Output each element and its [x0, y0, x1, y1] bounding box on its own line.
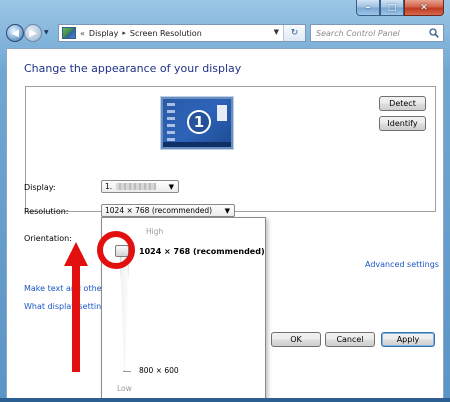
search-input[interactable]: Search Control Panel: [310, 24, 444, 42]
resolution-select[interactable]: 1024 × 768 (recommended) ▼: [101, 204, 235, 217]
address-overflow-chevron[interactable]: «: [80, 29, 85, 38]
make-text-larger-link[interactable]: Make text and other items larger or smal…: [24, 284, 102, 293]
redacted-monitor-name: [116, 183, 157, 190]
breadcrumb-separator-icon[interactable]: ▸: [122, 29, 126, 37]
slider-tick: [123, 371, 131, 372]
address-bar[interactable]: « Display ▸ Screen Resolution ▼ ↻: [58, 24, 306, 42]
apply-button[interactable]: Apply: [381, 332, 435, 347]
back-button[interactable]: ◀: [6, 24, 24, 42]
search-placeholder: Search Control Panel: [316, 28, 400, 38]
resolution-select-value: 1024 × 768 (recommended): [105, 206, 213, 215]
close-button[interactable]: ✕: [404, 0, 444, 16]
maximize-button[interactable]: □: [380, 0, 404, 16]
resolution-slider-track[interactable]: [120, 253, 129, 371]
display-label: Display:: [24, 183, 56, 192]
up-arrow-annotation: [64, 242, 88, 372]
advanced-settings-link[interactable]: Advanced settings: [365, 260, 439, 269]
taskbar-edge: [0, 398, 450, 402]
identify-button[interactable]: Identify: [379, 116, 426, 131]
search-icon[interactable]: [429, 28, 439, 38]
slider-high-label: High: [146, 227, 164, 236]
monitor-number: 1: [187, 110, 211, 134]
resolution-option-bottom[interactable]: 800 × 600: [139, 366, 179, 375]
cancel-button[interactable]: Cancel: [325, 332, 375, 347]
minimize-button[interactable]: –: [356, 0, 380, 16]
monitor-1-icon[interactable]: 1: [161, 97, 233, 149]
breadcrumb-display[interactable]: Display: [89, 29, 119, 38]
caption-buttons: – □ ✕: [356, 0, 444, 16]
display-select[interactable]: 1. ▼: [101, 180, 179, 193]
monitor-arrangement-area: 1 Detect Identify: [25, 86, 436, 212]
page-title: Change the appearance of your display: [24, 62, 242, 75]
resolution-label: Resolution:: [24, 207, 69, 216]
ok-button[interactable]: OK: [271, 332, 321, 347]
slider-low-label: Low: [117, 384, 132, 393]
highlight-circle-annotation: [97, 231, 135, 269]
chevron-down-icon: ▼: [224, 207, 230, 215]
refresh-button[interactable]: ↻: [283, 25, 305, 41]
forward-button[interactable]: ▶: [24, 24, 42, 42]
display-settings-help-link[interactable]: What display settings should I choose?: [24, 302, 102, 311]
chevron-down-icon: ▼: [168, 183, 174, 191]
address-dropdown-icon[interactable]: ▼: [274, 28, 279, 36]
resolution-option-top[interactable]: 1024 × 768 (recommended): [139, 247, 265, 256]
control-panel-icon: [62, 27, 76, 39]
breadcrumb-screen-resolution[interactable]: Screen Resolution: [130, 29, 202, 38]
detect-button[interactable]: Detect: [379, 96, 426, 111]
display-select-value: 1.: [105, 182, 113, 191]
navigation-bar: ◀ ▶ ▼ « Display ▸ Screen Resolution ▼ ↻ …: [4, 22, 446, 44]
recent-pages-dropdown-icon[interactable]: ▼: [44, 29, 49, 36]
